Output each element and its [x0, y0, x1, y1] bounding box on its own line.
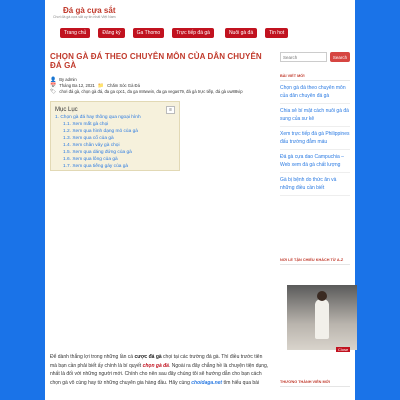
toc-item[interactable]: 1. Chọn gà đá hay thông qua ngoại hình: [55, 114, 175, 121]
body-text: cùng hay từ những chuyên gia hàng đầu. H…: [75, 379, 192, 386]
toc-item[interactable]: 1.1. Xem mắt gà chọi: [55, 121, 175, 128]
main-nav: Trang chủ Đăng ký Ga Thomo Trực tiếp đá …: [60, 28, 289, 38]
new-members-title: THƯƠNG THÀNH VIÊN MỚI: [280, 380, 330, 384]
tags-widget-title: NƠI LỂ TẬN CHIẾU KHÁCH TỪ A-Z: [280, 258, 344, 262]
recent-posts-title: BÀI VIẾT MỚI: [280, 74, 305, 78]
toc-item[interactable]: 1.6. Xem qua lông của gà: [55, 156, 175, 163]
site-title[interactable]: Đá gà cựa sắt: [63, 6, 115, 15]
video-ad[interactable]: [287, 285, 357, 350]
recent-post-link[interactable]: Chia sẻ bí mật cách nuôi gà đá sung của …: [280, 108, 350, 127]
recent-post-link[interactable]: Đá gà cựa dao Campuchia – Web xem đá gà …: [280, 154, 350, 173]
toc-item[interactable]: 1.4. Xem chân vảy gà chọi: [55, 142, 175, 149]
tag-icon: 🏷: [50, 89, 57, 95]
toc-item[interactable]: 1.3. Xem qua cổ của gà: [55, 135, 175, 142]
body-text: Để dành thắng lợi trong những lần cá: [50, 354, 135, 360]
keyword-link[interactable]: chọn gà đá: [143, 363, 169, 369]
article-body: Để dành thắng lợi trong những lần cá cượ…: [50, 353, 270, 387]
recent-post-link[interactable]: Xem trực tiếp đá gà Philippines đấu trườ…: [280, 131, 350, 150]
nav-item-raising[interactable]: Nuôi gà đá: [224, 28, 258, 38]
toc-item[interactable]: 1.7. Xem qua tiếng gáy của gà: [55, 163, 175, 170]
body-text: tìm hiểu qua bài: [222, 379, 260, 386]
nav-item-register[interactable]: Đăng ký: [98, 28, 125, 38]
nav-item-hot-news[interactable]: Tin hot: [265, 28, 289, 38]
toc-item[interactable]: 1.2. Xem qua hình dạng mỏ của gà: [55, 128, 175, 135]
search-button[interactable]: Search: [330, 52, 350, 62]
nav-item-ga-thomo[interactable]: Ga Thomo: [132, 28, 165, 38]
article: CHỌN GÀ ĐÁ THEO CHUYÊN MÔN CỦA DÂN CHUYÊ…: [50, 52, 270, 171]
recent-post-link[interactable]: Chọn gà đá theo chuyên môn của dân chuyê…: [280, 85, 350, 104]
divider: [280, 386, 350, 387]
nav-item-live[interactable]: Trực tiếp đá gà: [172, 28, 214, 38]
toc-item[interactable]: 1.5. Xem qua dáng đứng của gà: [55, 149, 175, 156]
search-form: Search: [280, 52, 350, 62]
person-figure: [315, 299, 329, 339]
post-tags[interactable]: chơi đá gà, chọn gà đá, đa ga cpc1, đa g…: [59, 89, 242, 95]
divider: [280, 80, 350, 81]
article-meta: 👤 By admin 📅 Tháng Ba 12, 2021 📁 Chăm Só…: [50, 77, 270, 95]
toc-toggle-button[interactable]: ≡: [166, 106, 175, 114]
site-tagline: Chơi đá gà cựa sắt uy tín nhất Việt Nam: [53, 15, 116, 19]
toc-title: Mục Lục: [55, 107, 78, 113]
article-title: CHỌN GÀ ĐÁ THEO CHUYÊN MÔN CỦA DÂN CHUYÊ…: [50, 52, 262, 70]
sidebar: Search BÀI VIẾT MỚI Chọn gà đá theo chuy…: [280, 52, 350, 196]
table-of-contents: Mục Lục ≡ 1. Chọn gà đá hay thông qua ng…: [50, 101, 180, 171]
person-head: [317, 291, 327, 301]
keyword-bold: cược đá gà: [134, 354, 162, 360]
recent-post-link[interactable]: Gà bị bệnh do thức ăn và những điều cần …: [280, 177, 350, 196]
video-close-button[interactable]: Close: [336, 347, 351, 352]
site-link[interactable]: choidaga.net: [191, 380, 222, 386]
divider: [280, 264, 350, 265]
nav-item-home[interactable]: Trang chủ: [60, 28, 91, 38]
search-input[interactable]: [280, 52, 327, 62]
